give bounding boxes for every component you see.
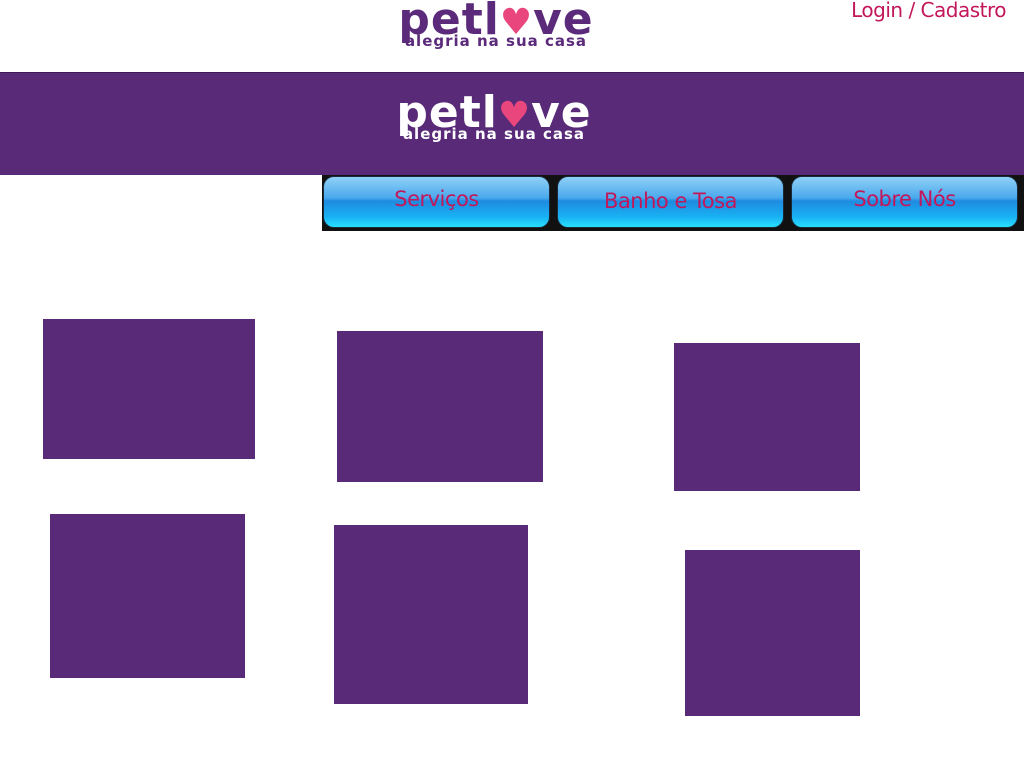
nav-button-banho-e-tosa[interactable]: Banho e Tosa: [557, 176, 784, 228]
content-tile[interactable]: [685, 550, 860, 716]
main-nav: Serviços Banho e Tosa Sobre Nós: [322, 175, 1024, 231]
nav-button-label: Serviços: [394, 187, 479, 211]
nav-button-label: Banho e Tosa: [604, 189, 737, 213]
nav-button-label: Sobre Nós: [853, 187, 956, 211]
banner-logo: petl♥ve alegria na sua casa: [294, 91, 694, 144]
banner-logo-tagline: alegria na sua casa: [402, 125, 586, 143]
content-tile[interactable]: [43, 319, 255, 459]
content-tile[interactable]: [334, 525, 528, 704]
nav-button-servicos[interactable]: Serviços: [323, 176, 550, 228]
header-logo[interactable]: petl♥ve alegria na sua casa: [296, 0, 696, 50]
content-tile[interactable]: [674, 343, 860, 491]
hero-banner: petl♥ve alegria na sua casa: [0, 72, 1024, 175]
content-tile[interactable]: [50, 514, 245, 678]
login-register-link[interactable]: Login / Cadastro: [851, 0, 1006, 22]
logo-tagline: alegria na sua casa: [404, 32, 588, 50]
nav-button-sobre-nos[interactable]: Sobre Nós: [791, 176, 1018, 228]
content-tile[interactable]: [337, 331, 543, 482]
